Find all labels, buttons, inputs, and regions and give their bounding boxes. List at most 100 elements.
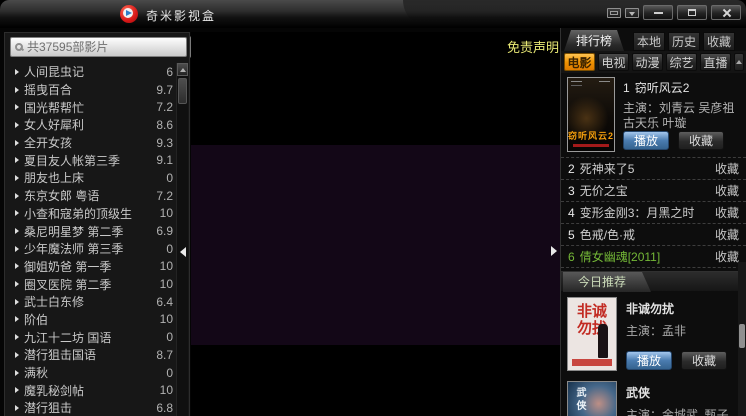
movie-poster[interactable]: 窃听风云2 [567,77,615,152]
collapse-left-panel-icon[interactable] [180,247,186,257]
rank-row[interactable]: 5 色戒/色·戒 收藏 [561,223,746,245]
favorite-button[interactable]: 收藏 [678,131,724,150]
arrow-right-icon [15,334,19,341]
movie-score: 9.3 [156,135,173,150]
today-item[interactable]: 武侠 武侠 主演：金城武, 甄子丹 [561,375,746,416]
rank-row[interactable]: 4 变形金刚3：月黑之时 收藏 [561,201,746,223]
main-tab[interactable]: 历史 [668,32,700,51]
movie-list-item[interactable]: 全开女孩 9.3 [6,134,176,152]
scrollbar-thumb[interactable] [739,324,745,348]
play-button[interactable]: 播放 [626,351,672,370]
favorite-link[interactable]: 收藏 [715,204,739,221]
movie-list-item[interactable]: 潜行狙击 6.8 [6,399,176,416]
app-logo-icon [120,5,138,23]
movie-title: 朋友也上床 [24,171,85,186]
subtabs-up-button[interactable] [734,53,744,71]
category-tab[interactable]: 电影 [564,53,595,71]
poster-title: 非诚勿扰 [576,303,607,337]
movie-score: 0 [166,241,173,256]
movie-list-item[interactable]: 御姐奶爸 第一季 10 [6,258,176,276]
arrow-right-icon [15,121,19,128]
mini-mode-icon[interactable] [607,7,621,18]
movie-list-item[interactable]: 九江十二坊 国语 0 [6,328,176,346]
movie-list-item[interactable]: 东京女郎 粤语 7.2 [6,187,176,205]
main-tab[interactable]: 收藏 [703,32,735,51]
category-tab-label: 综艺 [669,55,694,70]
scroll-up-button[interactable] [177,63,188,76]
movie-list-item[interactable]: 少年魔法师 第三季 0 [6,240,176,258]
scrollbar-thumb[interactable] [178,78,187,104]
movie-list-item[interactable]: 夏目友人帐第三季 9.1 [6,151,176,169]
category-tab[interactable]: 综艺 [666,53,697,71]
rank-title: 变形金刚3：月黑之时 [579,206,695,220]
movie-poster[interactable]: 非诚勿扰 [567,297,617,371]
play-button[interactable]: 播放 [623,131,669,150]
minimize-icon [653,11,663,14]
movie-list-item[interactable]: 桑尼明星梦 第二季 6.9 [6,222,176,240]
movie-score: 0 [166,365,173,380]
rank-row[interactable]: 2 死神来了5 收藏 [561,157,746,179]
movie-list-item[interactable]: 摇曳百合 9.7 [6,81,176,99]
today-buttons: 播放 收藏 [626,351,740,370]
movie-score: 6.9 [156,224,173,239]
today-header-label: 今日推荐 [563,272,651,292]
dropdown-panel-icon[interactable] [625,7,639,18]
favorite-link[interactable]: 收藏 [715,160,739,177]
movie-list-item[interactable]: 满秋 0 [6,364,176,382]
favorite-link[interactable]: 收藏 [715,182,739,199]
rank-number: 4 [568,205,575,220]
movie-score: 8.7 [156,347,173,362]
today-scrollbar[interactable] [738,262,746,416]
arrow-right-icon [15,228,19,235]
minimize-button[interactable] [643,5,673,20]
movie-list-scrollbar[interactable] [176,63,188,416]
movie-list-item[interactable]: 女人好犀利 8.6 [6,116,176,134]
movie-score: 10 [159,277,173,292]
search-box [10,37,187,57]
main-tab[interactable]: 本地 [633,32,665,51]
rank-row[interactable]: 6 倩女幽魂[2011] 收藏 [561,245,746,267]
movie-title: 九江十二坊 国语 [24,330,112,345]
poster-subtitle-bar [573,144,609,147]
rank-list: 2 死神来了5 收藏 3 无价之宝 收藏 4 变形金刚3：月黑之时 收藏 5 色… [561,157,746,268]
movie-list-item[interactable]: 小查和寇弟的顶级生 10 [6,205,176,223]
poster-title: 武侠 [574,387,585,413]
arrow-right-icon [15,245,19,252]
close-button[interactable] [711,5,741,20]
movie-title: 全开女孩 [24,136,73,151]
category-tab[interactable]: 动漫 [632,53,663,71]
movie-title: 潜行狙击国语 [24,348,97,363]
poster-title: 窃听风云2 [568,131,615,141]
movie-list-item[interactable]: 魔乳秘剑帖 10 [6,381,176,399]
movie-list-item[interactable]: 国光帮帮忙 7.2 [6,98,176,116]
category-tab[interactable]: 电视 [598,53,629,71]
rank-featured-item: 窃听风云2 1 窃听风云2 主演：刘青云 吴彦祖 古天乐 叶璇 播放 收藏 [561,73,746,157]
movie-list-item[interactable]: 圈叉医院 第二季 10 [6,275,176,293]
movie-list-item[interactable]: 阶伯 10 [6,311,176,329]
main-tab[interactable]: 排行榜 [564,30,624,51]
maximize-button[interactable] [677,5,707,20]
rank-number: 5 [568,227,575,242]
video-surface[interactable]: 免责声明 [191,32,560,416]
main-tab-label: 本地 [636,35,661,49]
today-item[interactable]: 非诚勿扰 非诚勿扰 主演：孟非 播放 收藏 [561,291,746,375]
arrow-right-icon [15,174,19,181]
movie-title: 圈叉医院 第二季 [24,277,112,292]
movie-poster[interactable]: 武侠 [567,381,617,416]
today-cast: 主演：孟非 [626,324,687,338]
favorite-link[interactable]: 收藏 [715,248,739,265]
favorite-link[interactable]: 收藏 [715,226,739,243]
today-title: 非诚勿扰 [626,302,675,316]
titlebar[interactable]: 奇米影视盒 [0,0,746,28]
search-input[interactable] [27,40,182,54]
rank-row[interactable]: 3 无价之宝 收藏 [561,179,746,201]
disclaimer-link[interactable]: 免责声明 [507,37,559,56]
movie-score: 10 [159,259,173,274]
movie-list-item[interactable]: 人间昆虫记 6 [6,63,176,81]
favorite-button[interactable]: 收藏 [681,351,727,370]
category-tab[interactable]: 直播 [700,53,731,71]
movie-list-item[interactable]: 武士白东修 6.4 [6,293,176,311]
movie-list-item[interactable]: 潜行狙击国语 8.7 [6,346,176,364]
movie-list-item[interactable]: 朋友也上床 0 [6,169,176,187]
collapse-right-panel-icon[interactable] [551,246,557,256]
